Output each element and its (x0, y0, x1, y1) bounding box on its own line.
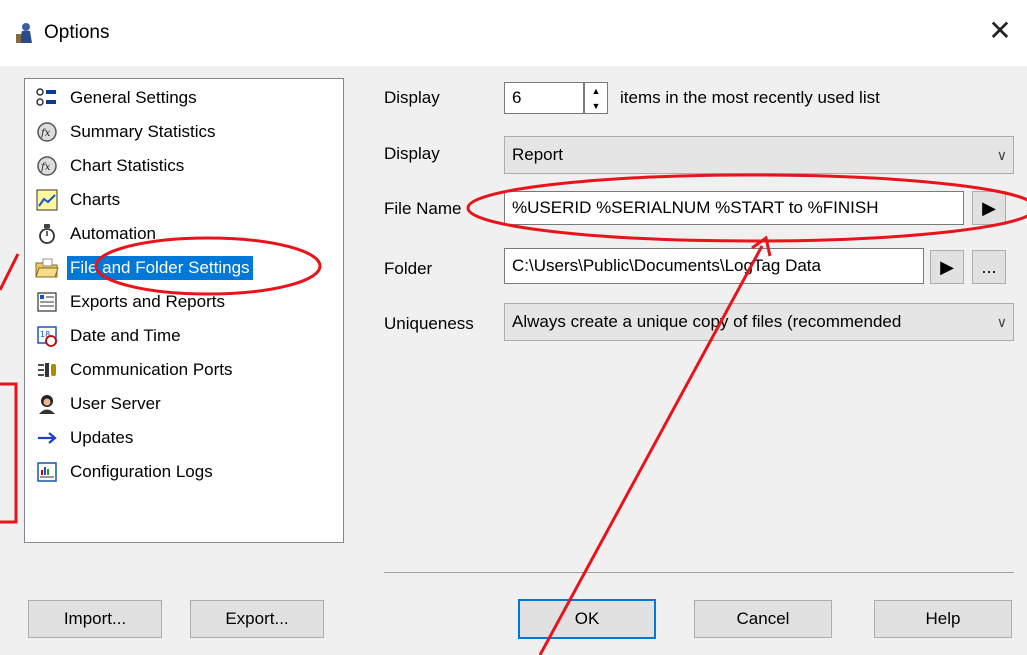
nav-item-configuration-logs[interactable]: Configuration Logs (35, 457, 216, 487)
nav-item-user-server[interactable]: User Server (35, 389, 164, 419)
user-server-icon (35, 392, 59, 416)
chevron-down-icon: ∨ (996, 146, 1007, 163)
date-time-icon: 18 (35, 324, 59, 348)
nav-item-automation[interactable]: Automation (35, 219, 159, 249)
automation-icon (35, 222, 59, 246)
updates-arrow-icon (35, 426, 59, 450)
nav-item-label: Chart Statistics (70, 156, 185, 175)
browse-ellipsis: ... (981, 256, 997, 277)
uniqueness-select[interactable]: Always create a unique copy of files (re… (504, 303, 1014, 341)
uniqueness-label: Uniqueness (384, 314, 474, 333)
nav-item-charts[interactable]: Charts (35, 185, 123, 215)
recent-items-spinner[interactable]: ▲ ▼ (584, 82, 608, 114)
file-name-value: %USERID %SERIALNUM %START to %FINISH (512, 198, 879, 217)
display-mode-select[interactable]: Report ∨ (504, 136, 1014, 174)
options-app-icon (16, 23, 32, 43)
file-name-input[interactable]: %USERID %SERIALNUM %START to %FINISH (504, 191, 964, 225)
svg-text:fx: fx (40, 128, 51, 139)
nav-item-label: Automation (70, 224, 156, 243)
title-bar: Options ✕ (0, 0, 1027, 66)
configuration-logs-icon (35, 460, 59, 484)
nav-item-date-and-time[interactable]: 18 Date and Time (35, 321, 184, 351)
file-name-insert-button[interactable]: ▶ (972, 191, 1006, 225)
spin-up-icon[interactable]: ▲ (585, 83, 607, 98)
nav-item-exports-and-reports[interactable]: Exports and Reports (35, 287, 228, 317)
file-name-label: File Name (384, 199, 462, 218)
ok-button[interactable]: OK (518, 599, 656, 639)
nav-item-communication-ports[interactable]: Communication Ports (35, 355, 236, 385)
nav-item-label: Communication Ports (70, 360, 233, 379)
folder-insert-button[interactable]: ▶ (930, 250, 964, 284)
chevron-down-icon: ∨ (992, 304, 1007, 340)
folder-input[interactable]: C:\Users\Public\Documents\LogTag Data (504, 248, 924, 284)
close-icon[interactable]: ✕ (985, 16, 1015, 46)
cancel-button[interactable]: Cancel (694, 600, 832, 638)
display-mode-label: Display (384, 144, 440, 163)
settings-category-list[interactable]: General Settings fx Summary Statistics f… (24, 78, 344, 543)
folder-value: C:\Users\Public\Documents\LogTag Data (512, 256, 821, 275)
nav-item-updates[interactable]: Updates (35, 423, 136, 453)
display-mode-value: Report (512, 145, 564, 164)
nav-item-label: Configuration Logs (70, 462, 213, 481)
nav-item-label: Date and Time (70, 326, 181, 345)
nav-item-label: Charts (70, 190, 121, 209)
nav-item-label: Updates (70, 428, 134, 447)
nav-item-label: User Server (70, 394, 161, 413)
svg-text:fx: fx (40, 162, 51, 173)
spin-down-icon[interactable]: ▼ (585, 98, 607, 113)
help-button[interactable]: Help (874, 600, 1012, 638)
chart-statistics-icon: fx (35, 154, 59, 178)
footer-separator (384, 572, 1014, 573)
folder-label: Folder (384, 259, 433, 278)
nav-item-summary-statistics[interactable]: fx Summary Statistics (35, 117, 218, 147)
recent-items-count-value: 6 (512, 88, 522, 107)
file-folder-icon (35, 256, 59, 280)
browse-folder-button[interactable]: ... (972, 250, 1006, 284)
display-count-label: Display (384, 88, 440, 107)
nav-item-label: Exports and Reports (70, 292, 225, 311)
general-settings-icon (35, 86, 59, 110)
communication-ports-icon (35, 358, 59, 382)
play-arrow-icon: ▶ (982, 197, 996, 218)
window-title: Options (44, 22, 110, 43)
nav-item-general-settings[interactable]: General Settings (35, 83, 200, 113)
charts-icon (35, 188, 59, 212)
nav-item-label: General Settings (70, 88, 197, 107)
uniqueness-value: Always create a unique copy of files (re… (512, 312, 902, 331)
nav-item-file-and-folder-settings[interactable]: File and Folder Settings (35, 253, 253, 283)
exports-reports-icon (35, 290, 59, 314)
play-arrow-icon: ▶ (940, 256, 954, 277)
recent-items-count-input[interactable]: 6 (504, 82, 584, 114)
nav-item-label: File and Folder Settings (67, 256, 253, 280)
nav-item-label: Summary Statistics (70, 122, 216, 141)
export-button[interactable]: Export... (190, 600, 324, 638)
nav-item-chart-statistics[interactable]: fx Chart Statistics (35, 151, 187, 181)
summary-statistics-icon: fx (35, 120, 59, 144)
import-button[interactable]: Import... (28, 600, 162, 638)
recent-items-suffix: items in the most recently used list (620, 88, 880, 107)
